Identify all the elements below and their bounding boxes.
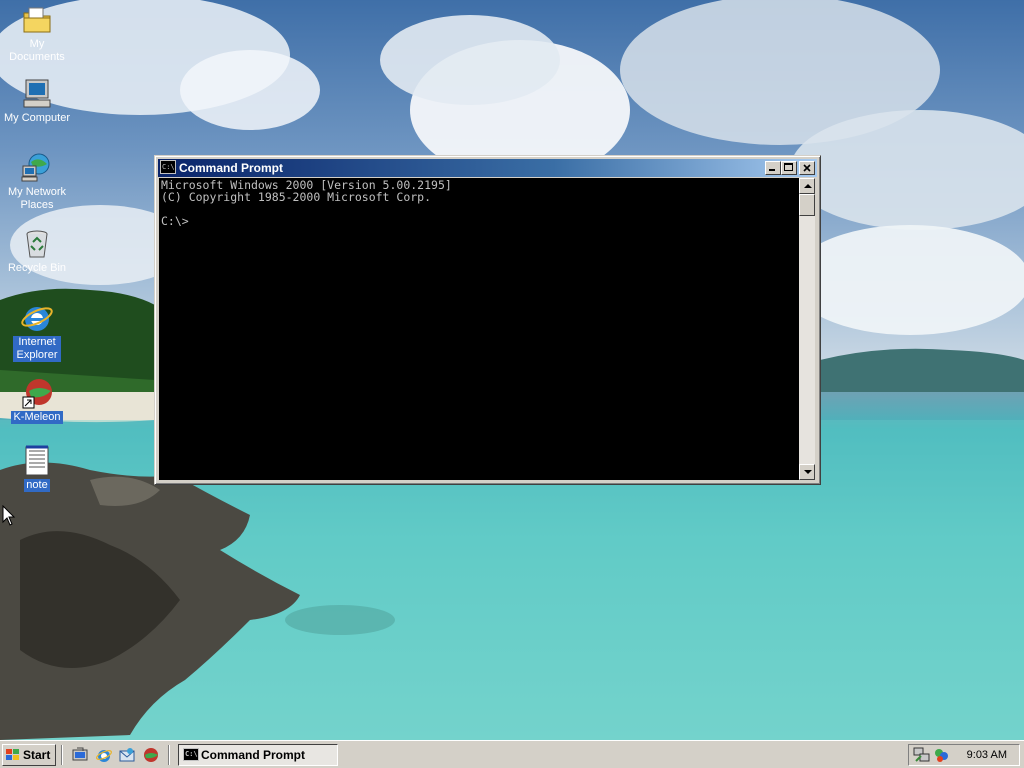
desktop-icon-internet-explorer[interactable]: Internet Explorer [0, 302, 74, 362]
desktop-icon-note[interactable]: note [0, 445, 74, 492]
desktop-icon-label: K-Meleon [11, 411, 63, 424]
maximize-button[interactable] [781, 161, 797, 175]
start-button[interactable]: Start [2, 744, 56, 766]
desktop-icon-k-meleon[interactable]: K-Meleon [0, 377, 74, 424]
system-tray: 9:03 AM [908, 744, 1020, 766]
command-prompt-icon[interactable]: C:\ [160, 160, 176, 174]
desktop-icon-label: My Documents [9, 38, 65, 63]
scrollbar-thumb[interactable] [799, 194, 815, 216]
mouse-cursor-icon [2, 505, 16, 526]
desktop-icon-label: Recycle Bin [7, 262, 67, 274]
k-meleon-icon [21, 377, 53, 409]
windows-logo-icon [6, 749, 19, 760]
arrow-down-icon [804, 470, 812, 474]
desktop-icon-label: My Network Places [7, 186, 67, 211]
taskbar-divider [168, 745, 170, 765]
command-prompt-window[interactable]: C:\ Command Prompt Microsoft Windows 200… [154, 155, 821, 485]
arrow-up-icon [804, 184, 812, 188]
command-prompt-icon: C:\ [183, 748, 199, 761]
minimize-icon [769, 169, 775, 171]
internet-explorer-icon [21, 302, 53, 334]
computer-icon [21, 78, 53, 110]
close-button[interactable] [799, 161, 815, 175]
console-output[interactable]: Microsoft Windows 2000 [Version 5.00.219… [159, 178, 799, 480]
desktop-icon-my-network-places[interactable]: My Network Places [0, 152, 74, 212]
close-icon [803, 164, 811, 172]
taskbar-button-command-prompt[interactable]: C:\ Command Prompt [178, 744, 338, 766]
taskbar-button-label: Command Prompt [201, 748, 306, 762]
minimize-button[interactable] [765, 161, 781, 175]
desktop-icon-my-documents[interactable]: My Documents [0, 4, 74, 64]
folder-documents-icon [21, 4, 53, 36]
desktop-icon-label: My Computer [3, 112, 71, 124]
outlook-express-icon[interactable] [119, 747, 135, 763]
network-places-icon [21, 152, 53, 184]
vertical-scrollbar[interactable] [799, 178, 815, 480]
internet-explorer-icon[interactable] [96, 747, 112, 763]
network-connection-icon[interactable] [913, 747, 931, 763]
messenger-icon[interactable] [933, 747, 949, 763]
clock[interactable]: 9:03 AM [967, 745, 1007, 765]
scroll-down-button[interactable] [799, 464, 815, 480]
start-label: Start [23, 748, 51, 762]
show-desktop-icon[interactable] [72, 747, 88, 763]
recycle-bin-icon [21, 228, 53, 260]
desktop-icon-label: Internet Explorer [13, 336, 61, 362]
taskbar: Start C:\ Command Prompt 9:03 AM [0, 740, 1024, 768]
maximize-icon [784, 163, 793, 171]
k-meleon-icon[interactable] [143, 747, 159, 763]
scroll-up-button[interactable] [799, 178, 815, 194]
window-titlebar[interactable]: C:\ Command Prompt [158, 159, 817, 177]
taskbar-divider [61, 745, 63, 765]
window-title: Command Prompt [179, 161, 284, 175]
desktop-icon-my-computer[interactable]: My Computer [0, 78, 74, 125]
desktop-icon-recycle-bin[interactable]: Recycle Bin [0, 228, 74, 275]
desktop-icon-label: note [24, 479, 50, 492]
notepad-file-icon [21, 445, 53, 477]
